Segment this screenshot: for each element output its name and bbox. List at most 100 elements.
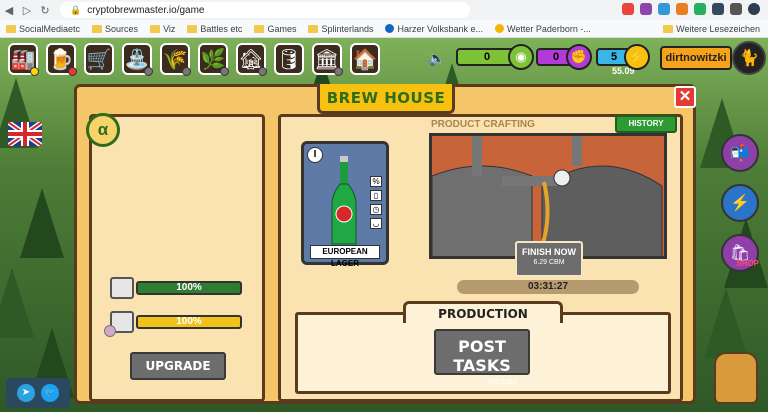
mailbox-button[interactable]: 📬 xyxy=(721,134,759,172)
game-viewport: 🏭 🍺 🛒 ⛲ 🌾 🌿 🏚 🛢 🏛 🏠 🔈 0 ◉ 0 ✊ 5 55.09 ⚡ … xyxy=(0,38,768,412)
browser-addressbar: ◀ ▷ ↻ 🔒 cryptobrewmaster.io/game xyxy=(0,0,768,20)
cart-button[interactable]: 🛒 xyxy=(84,43,114,75)
forward-icon[interactable]: ▷ xyxy=(18,4,36,17)
profile-icon[interactable] xyxy=(748,3,760,15)
stat-bar-1: 100% xyxy=(136,281,242,295)
lightning-icon: ⚡ xyxy=(624,44,650,70)
wheat-button[interactable]: 🌿 xyxy=(198,43,229,76)
extension-icon[interactable] xyxy=(694,3,706,15)
fist-icon: ✊ xyxy=(566,44,592,70)
shop-label: SHOP xyxy=(736,259,759,268)
brew-house-modal: BREW HOUSE ✕ α 100% 100% UPGRADE PRODUCT… xyxy=(74,84,696,404)
folder-icon xyxy=(150,24,161,33)
back-icon[interactable]: ◀ xyxy=(0,4,18,17)
card-name: EUROPEAN LAGER xyxy=(310,245,380,268)
folder-icon xyxy=(663,25,674,33)
history-button[interactable]: HISTORY xyxy=(615,115,677,133)
checklist-icon xyxy=(110,277,134,299)
bookmark-item[interactable]: Wetter Paderborn -... xyxy=(489,24,597,34)
status-dot xyxy=(30,67,39,76)
alpha-badge: α xyxy=(86,113,120,147)
mailbox-icon: 📬 xyxy=(730,145,750,162)
tree-decoration xyxy=(0,268,34,338)
url-text: cryptobrewmaster.io/game xyxy=(87,4,205,16)
twitter-icon[interactable]: 🐦 xyxy=(41,384,59,402)
uk-flag-icon[interactable] xyxy=(8,122,42,146)
url-field[interactable]: 🔒 cryptobrewmaster.io/game xyxy=(60,2,470,18)
finish-now-button[interactable]: FINISH NOW 6.29 CBM xyxy=(515,241,583,277)
modal-title: BREW HOUSE xyxy=(317,84,455,114)
sun-icon xyxy=(495,24,505,33)
post-tasks-button[interactable]: POST TASKS 400 CBM xyxy=(434,329,530,386)
card-properties: % ▯ ◷ ◡ xyxy=(370,176,382,229)
production-booster-box: PRODUCTION BOOSTER POST TASKS 400 CBM xyxy=(295,301,671,394)
upgrade-button[interactable]: UPGRADE xyxy=(130,352,226,380)
folder-icon xyxy=(92,24,103,33)
beer-bottle-icon xyxy=(331,156,357,245)
product-crafting-title: PRODUCT CRAFTING xyxy=(431,119,535,130)
bookmark-item[interactable]: SocialMediaetc xyxy=(0,24,86,34)
bookmark-item[interactable]: Viz xyxy=(144,24,181,34)
bookmark-item[interactable]: Games xyxy=(248,24,302,34)
social-links: ➤ 🐦 xyxy=(6,378,70,408)
energy-button[interactable]: ⚡ xyxy=(721,184,759,222)
percent-icon: % xyxy=(370,176,382,187)
well-button[interactable]: ⛲ xyxy=(122,43,153,76)
reload-icon[interactable]: ↻ xyxy=(36,4,54,17)
folder-icon xyxy=(254,24,265,33)
bookmark-item[interactable]: Sources xyxy=(86,24,144,34)
folder-icon xyxy=(187,24,198,33)
tavern-button[interactable]: 🏛 xyxy=(312,43,343,76)
product-crafting-panel: PRODUCT CRAFTING HISTORY I % ▯ ◷ ◡ EUROP… xyxy=(278,114,683,402)
tree-decoration xyxy=(20,188,64,258)
bookmark-item[interactable]: Harzer Volksbank e... xyxy=(379,24,489,34)
status-dot xyxy=(182,67,191,76)
beer-mug-button[interactable]: 🍺 xyxy=(46,43,77,76)
username-badge[interactable]: dirtnowitzki xyxy=(660,46,732,70)
folder-icon xyxy=(6,24,16,33)
bookmarks-bar: SocialMediaetc Sources Viz Battles etc G… xyxy=(0,20,768,38)
home-button[interactable]: 🏠 xyxy=(350,43,380,75)
extension-icon[interactable] xyxy=(622,3,634,15)
field-button[interactable]: 🌾 xyxy=(160,43,191,76)
metamask-icon[interactable] xyxy=(676,3,688,15)
telegram-icon[interactable]: ➤ xyxy=(17,384,35,402)
factory-button[interactable]: 🏭 xyxy=(8,43,39,76)
cat-icon: 🐈 xyxy=(739,50,759,67)
avatar[interactable]: 🐈 xyxy=(732,41,766,75)
extension-icon[interactable] xyxy=(640,3,652,15)
status-dot xyxy=(68,67,77,76)
other-bookmarks[interactable]: Weitere Lesezeichen xyxy=(663,24,760,34)
brew-timer: 03:31:27 xyxy=(457,280,639,294)
bottle-icon: ▯ xyxy=(370,190,382,201)
status-dot xyxy=(144,67,153,76)
game-toolbar: 🏭 🍺 🛒 ⛲ 🌾 🌿 🏚 🛢 🏛 🏠 xyxy=(8,40,380,78)
status-dot xyxy=(104,325,116,337)
status-dot xyxy=(334,67,343,76)
puzzle-icon[interactable] xyxy=(730,3,742,15)
barn-button[interactable]: 🏚 xyxy=(236,43,267,76)
lips-icon: ◡ xyxy=(370,218,382,229)
status-dot xyxy=(258,67,267,76)
clock-icon: ◷ xyxy=(370,204,382,215)
building-stats-panel: α 100% 100% UPGRADE xyxy=(86,113,265,402)
bookmark-item[interactable]: Battles etc xyxy=(181,24,248,34)
sound-icon[interactable]: 🔈 xyxy=(428,50,445,67)
shop-button[interactable]: 🛍 SHOP xyxy=(721,234,759,272)
extension-icons xyxy=(622,3,760,15)
lightning-icon: ⚡ xyxy=(730,195,750,212)
extension-icon[interactable] xyxy=(712,3,724,15)
close-button[interactable]: ✕ xyxy=(674,86,696,108)
bookmark-item[interactable]: Splinterlands xyxy=(302,24,379,34)
lock-icon: 🔒 xyxy=(70,4,82,15)
screen: ◀ ▷ ↻ 🔒 cryptobrewmaster.io/game SocialM… xyxy=(0,0,768,412)
cbm-coin-icon: ◉ xyxy=(508,44,534,70)
extension-icon[interactable] xyxy=(658,3,670,15)
backpack-icon[interactable] xyxy=(714,352,758,404)
site-icon xyxy=(385,24,395,33)
beer-card[interactable]: I % ▯ ◷ ◡ EUROPEAN LAGER xyxy=(301,141,389,268)
home-icon: 🏠 xyxy=(352,48,378,71)
keg-button[interactable]: 🛢 xyxy=(274,43,304,75)
close-icon: ✕ xyxy=(678,88,692,105)
booster-title: PRODUCTION BOOSTER xyxy=(403,301,563,341)
